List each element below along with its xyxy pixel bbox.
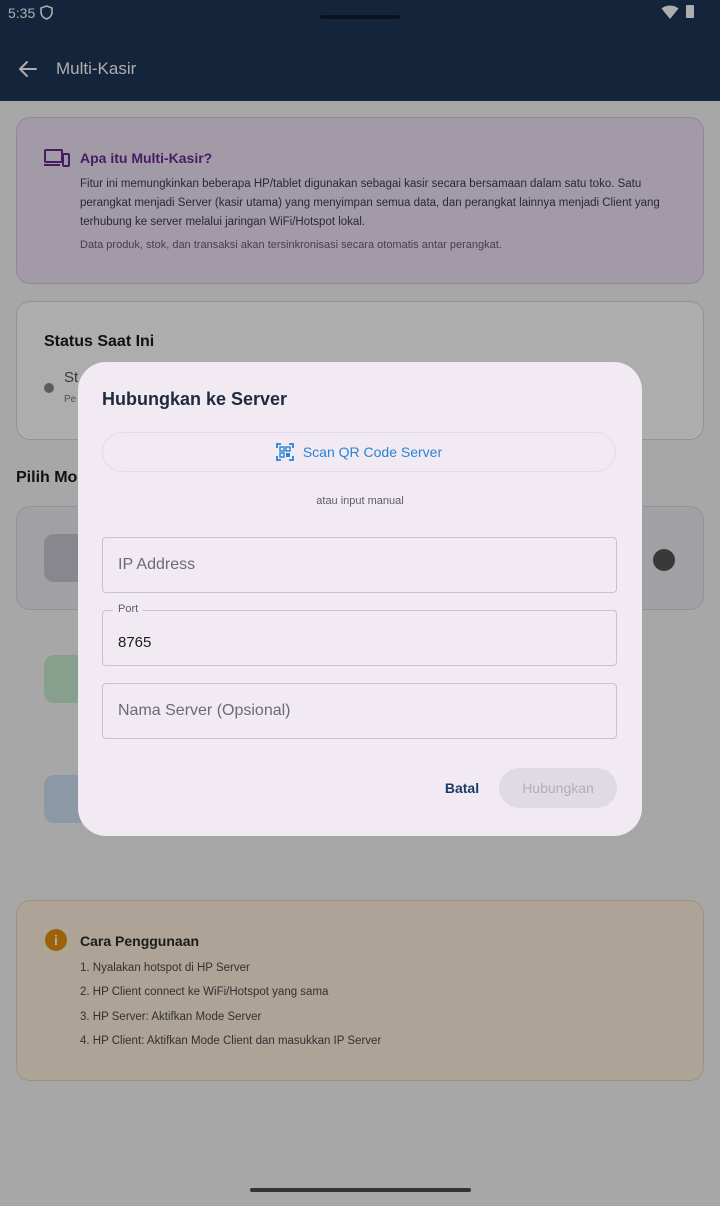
cancel-button[interactable]: Batal: [433, 768, 491, 808]
port-input[interactable]: [118, 615, 598, 669]
scan-qr-button[interactable]: Scan QR Code Server: [102, 432, 616, 472]
gesture-home-bar[interactable]: [250, 1188, 471, 1192]
server-name-field[interactable]: [102, 683, 617, 739]
ip-address-input[interactable]: [118, 538, 598, 592]
connect-server-dialog: Hubungkan ke Server Scan QR Code Server …: [78, 362, 642, 836]
dialog-title: Hubungkan ke Server: [102, 389, 288, 409]
port-field[interactable]: Port: [102, 603, 617, 669]
scan-qr-label: Scan QR Code Server: [302, 444, 443, 460]
ip-address-field[interactable]: [102, 537, 617, 593]
qr-code-scanner-icon: [275, 443, 294, 461]
port-label: Port: [113, 603, 144, 615]
or-divider-text: atau input manual: [316, 495, 404, 507]
connect-button[interactable]: Hubungkan: [499, 768, 617, 808]
server-name-input[interactable]: [118, 684, 598, 738]
